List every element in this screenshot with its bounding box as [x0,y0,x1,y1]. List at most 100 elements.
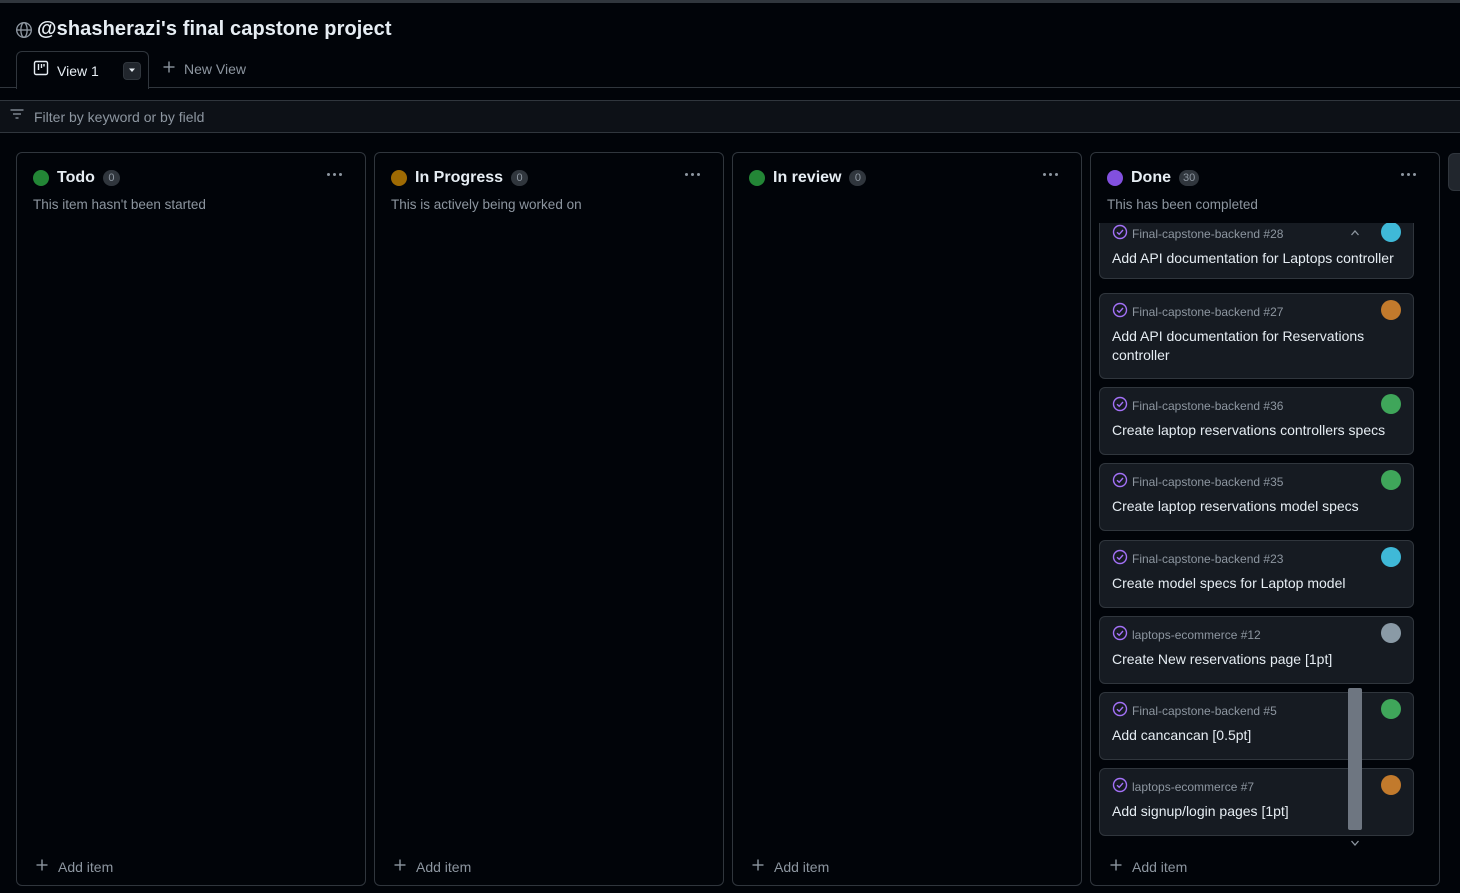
column-title: Todo [57,169,95,186]
triangle-down-icon [127,62,137,80]
card-ref-label: laptops-ecommerce #7 [1132,779,1255,794]
plus-icon [751,858,765,875]
card-ref[interactable]: Final-capstone-backend #23 [1112,549,1283,568]
filter-bar[interactable]: Filter by keyword or by field [0,100,1460,133]
card-list[interactable]: Final-capstone-backend #28 Add API docum… [1099,223,1415,849]
plus-icon [1109,858,1123,875]
card-item[interactable]: laptops-ecommerce #7 Add signup/login pa… [1099,768,1414,836]
issue-closed-icon [1112,625,1128,644]
card-ref-label: Final-capstone-backend #27 [1132,304,1284,319]
tab-view-1[interactable]: View 1 [16,51,149,89]
plus-icon [162,60,176,77]
card-ref-label: Final-capstone-backend #36 [1132,398,1284,413]
card-ref[interactable]: laptops-ecommerce #7 [1112,777,1254,796]
add-item-label: Add item [416,858,472,875]
avatar[interactable] [1381,623,1401,643]
card-ref[interactable]: Final-capstone-backend #28 [1112,224,1283,243]
issue-closed-icon [1112,396,1128,415]
add-item-button[interactable]: Add item [393,858,471,875]
issue-closed-icon [1112,224,1128,243]
status-dot [33,170,49,186]
column-description: This has been completed [1107,197,1258,212]
add-item-button[interactable]: Add item [1109,858,1187,875]
add-item-button[interactable]: Add item [751,858,829,875]
status-dot [1107,170,1123,186]
view-tabs: View 1 New View [0,50,1460,89]
card-ref-label: Final-capstone-backend #35 [1132,474,1284,489]
done-scrollbar[interactable] [1346,222,1362,848]
card-ref-label: Final-capstone-backend #5 [1132,703,1277,718]
add-item-label: Add item [58,858,114,875]
project-board-icon [33,60,49,81]
avatar[interactable] [1381,699,1401,719]
kebab-horizontal-icon[interactable] [685,169,703,179]
column-in-review: In review 0 Add item [732,152,1082,886]
card-ref-label: Final-capstone-backend #23 [1132,551,1284,566]
column-title: Done [1131,169,1171,186]
globe-icon [15,21,33,39]
card-ref[interactable]: Final-capstone-backend #27 [1112,302,1283,321]
chevron-down-icon[interactable] [1350,835,1360,846]
status-dot [391,170,407,186]
card-ref[interactable]: Final-capstone-backend #35 [1112,472,1283,491]
card-ref-label: laptops-ecommerce #12 [1132,627,1261,642]
new-view-button[interactable]: New View [162,60,246,77]
column-description: This is actively being worked on [391,197,582,212]
kebab-horizontal-icon[interactable] [1043,169,1061,179]
add-item-label: Add item [1132,858,1188,875]
issue-closed-icon [1112,777,1128,796]
column-todo: Todo 0 This item hasn't been started Add… [16,152,366,886]
column-title: In Progress [415,169,504,186]
issue-closed-icon [1112,701,1128,720]
plus-icon [393,858,407,875]
issue-closed-icon [1112,472,1128,491]
column-count: 0 [102,170,120,186]
card-ref[interactable]: Final-capstone-backend #5 [1112,701,1277,720]
issue-closed-icon [1112,549,1128,568]
card-ref-label: Final-capstone-backend #28 [1132,226,1284,241]
next-column-stub[interactable] [1448,153,1460,191]
view-options-button[interactable] [122,61,141,80]
column-count: 30 [1179,170,1200,186]
issue-closed-icon [1112,302,1128,321]
card-item[interactable]: Final-capstone-backend #35 Create laptop… [1099,463,1414,531]
avatar[interactable] [1381,394,1401,414]
column-header: Done 30 [1107,169,1200,187]
status-dot [749,170,765,186]
card-item[interactable]: laptops-ecommerce #12 Create New reserva… [1099,616,1414,684]
column-done: Done 30 This has been completed Final-ca… [1090,152,1440,886]
plus-icon [35,858,49,875]
add-item-button[interactable]: Add item [35,858,113,875]
column-header: Todo 0 [33,169,120,187]
avatar[interactable] [1381,300,1401,320]
kebab-horizontal-icon[interactable] [1401,169,1419,179]
card-item[interactable]: Final-capstone-backend #5 Add cancancan … [1099,692,1414,760]
avatar[interactable] [1381,775,1401,795]
column-count: 0 [849,170,867,186]
column-count: 0 [511,170,529,186]
top-border [0,0,1460,3]
project-header: @shasherazi's final capstone project [15,18,392,41]
column-description: This item hasn't been started [33,197,206,212]
card-ref[interactable]: laptops-ecommerce #12 [1112,625,1261,644]
column-header: In Progress 0 [391,169,529,187]
card-ref[interactable]: Final-capstone-backend #36 [1112,396,1283,415]
card-item[interactable]: Final-capstone-backend #36 Create laptop… [1099,387,1414,455]
add-item-label: Add item [774,858,830,875]
card-item[interactable]: Final-capstone-backend #23 Create model … [1099,540,1414,608]
kebab-horizontal-icon[interactable] [327,169,345,179]
filter-input[interactable]: Filter by keyword or by field [34,109,204,125]
filter-icon [9,106,25,127]
avatar[interactable] [1381,547,1401,567]
card-item[interactable]: Final-capstone-backend #28 Add API docum… [1099,223,1414,279]
column-in-progress: In Progress 0 This is actively being wor… [374,152,724,886]
tab-label: View 1 [57,62,99,79]
page-title: @shasherazi's final capstone project [37,18,392,40]
column-title: In review [773,169,842,186]
new-view-label: New View [184,60,246,77]
avatar[interactable] [1381,470,1401,490]
avatar[interactable] [1381,223,1401,242]
scroll-thumb[interactable] [1348,688,1362,830]
chevron-up-icon[interactable] [1350,225,1360,236]
card-item[interactable]: Final-capstone-backend #27 Add API docum… [1099,293,1414,379]
